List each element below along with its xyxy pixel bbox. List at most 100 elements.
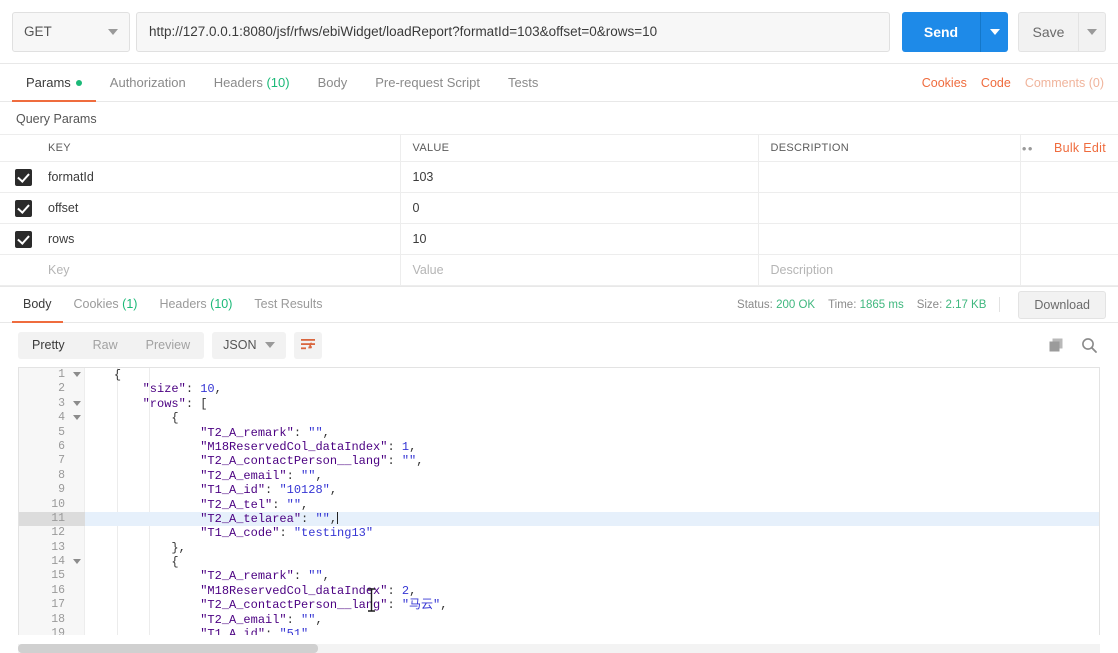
- response-tabs: Body Cookies (1) Headers (10) Test Resul…: [0, 286, 1118, 323]
- code-line-text: "T2_A_email": "",: [200, 468, 323, 483]
- row-value-cell[interactable]: 103: [400, 161, 759, 193]
- tab-headers[interactable]: Headers (10): [200, 64, 304, 102]
- row-key-cell[interactable]: rows: [46, 223, 401, 255]
- fold-toggle-icon[interactable]: [73, 400, 81, 406]
- cookies-link[interactable]: Cookies: [922, 76, 967, 90]
- response-tab-body[interactable]: Body: [12, 286, 63, 323]
- code-line-text: "M18ReservedCol_dataIndex": 2,: [200, 583, 417, 598]
- response-tab-test-results[interactable]: Test Results: [243, 286, 333, 323]
- tab-tests[interactable]: Tests: [494, 64, 552, 102]
- time-label: Time:: [828, 298, 857, 311]
- code-line[interactable]: 5 "T2_A_remark": "",: [19, 426, 1099, 440]
- view-mode-raw[interactable]: Raw: [79, 332, 132, 359]
- row-value-cell[interactable]: 10: [400, 223, 759, 255]
- code-line[interactable]: 11 "T2_A_telarea": "",: [19, 511, 1099, 527]
- code-line[interactable]: 10 "T2_A_tel": "",: [19, 498, 1099, 512]
- send-options-button[interactable]: [980, 11, 1008, 52]
- comments-link[interactable]: Comments (0): [1025, 76, 1104, 90]
- code-line[interactable]: 15 "T2_A_remark": "",: [19, 569, 1099, 583]
- param-checkbox[interactable]: [14, 199, 32, 217]
- search-icon[interactable]: [1081, 337, 1098, 354]
- code-line[interactable]: 2 "size": 10,: [19, 382, 1099, 396]
- code-line[interactable]: 6 "M18ReservedCol_dataIndex": 1,: [19, 440, 1099, 454]
- line-number: 7: [58, 454, 65, 468]
- code-line[interactable]: 16 "M18ReservedCol_dataIndex": 2,: [19, 584, 1099, 598]
- code-line[interactable]: 14 {: [19, 555, 1099, 569]
- code-line[interactable]: 18 "T2_A_email": "",: [19, 613, 1099, 627]
- response-tab-headers-label: Headers: [159, 297, 207, 311]
- wrap-lines-button[interactable]: [294, 331, 323, 359]
- new-value-cell[interactable]: Value: [400, 254, 759, 286]
- param-key: formatId: [48, 170, 94, 184]
- modified-dot-icon: [75, 80, 82, 87]
- code-scroll-area[interactable]: 1 {2 "size": 10, 3 "rows": [4 {5 "T2_A_re…: [19, 368, 1099, 635]
- response-tab-headers-count: (10): [210, 297, 233, 311]
- row-key-cell[interactable]: formatId: [46, 161, 401, 193]
- code-line-text: "M18ReservedCol_dataIndex": 1,: [200, 439, 417, 454]
- request-tabs-actions: Cookies Code Comments (0): [922, 76, 1106, 90]
- response-body-viewer[interactable]: 1 {2 "size": 10, 3 "rows": [4 {5 "T2_A_re…: [18, 367, 1100, 635]
- http-method-select[interactable]: GET: [12, 11, 130, 52]
- fold-toggle-icon[interactable]: [73, 372, 81, 377]
- scrollbar-thumb[interactable]: [18, 644, 318, 653]
- tab-authorization-label: Authorization: [109, 74, 186, 90]
- code-line[interactable]: 19 "T1_A_id": "51",: [19, 627, 1099, 635]
- row-description-cell[interactable]: [758, 161, 1021, 193]
- download-button[interactable]: Download: [1018, 290, 1106, 319]
- view-mode-preview[interactable]: Preview: [132, 332, 204, 359]
- new-key-cell[interactable]: Key: [46, 254, 401, 286]
- row-description-cell[interactable]: [758, 223, 1021, 255]
- new-key-placeholder: Key: [48, 263, 70, 277]
- row-key-cell[interactable]: offset: [46, 192, 401, 224]
- response-tab-cookies[interactable]: Cookies (1): [63, 286, 149, 323]
- code-line[interactable]: 8 "T2_A_email": "",: [19, 469, 1099, 483]
- horizontal-scrollbar[interactable]: [18, 644, 1100, 653]
- tab-pre-request-script[interactable]: Pre-request Script: [361, 64, 494, 102]
- code-line-text: "size": 10,: [142, 382, 222, 397]
- tab-body[interactable]: Body: [304, 64, 362, 102]
- more-options-icon[interactable]: •••: [1020, 141, 1034, 156]
- line-number: 17: [51, 598, 65, 612]
- header-actions: ••• Bulk Edit: [1020, 134, 1118, 162]
- code-line[interactable]: 7 "T2_A_contactPerson__lang": "",: [19, 454, 1099, 468]
- code-line[interactable]: 12 "T1_A_code": "testing13": [19, 526, 1099, 540]
- request-url-input[interactable]: [136, 11, 890, 52]
- response-body-toolbar: Pretty Raw Preview JSON: [0, 323, 1118, 367]
- request-tabs: Params Authorization Headers (10) Body P…: [0, 64, 1118, 102]
- fold-toggle-icon[interactable]: [73, 559, 81, 565]
- table-header-row: KEY VALUE DESCRIPTION ••• Bulk Edit: [0, 134, 1118, 162]
- send-button[interactable]: Send: [902, 11, 980, 52]
- tab-authorization[interactable]: Authorization: [96, 64, 200, 102]
- line-number: 6: [58, 439, 65, 453]
- response-tab-headers[interactable]: Headers (10): [148, 286, 243, 323]
- fold-toggle-icon[interactable]: [73, 415, 81, 421]
- code-line[interactable]: 4 {: [19, 411, 1099, 425]
- status-value: 200 OK: [776, 298, 816, 311]
- header-key: KEY: [46, 134, 401, 162]
- code-line[interactable]: 17 "T2_A_contactPerson__lang": "马云",: [19, 598, 1099, 612]
- code-link[interactable]: Code: [981, 76, 1011, 90]
- new-description-cell[interactable]: Description: [758, 254, 1021, 286]
- row-value-cell[interactable]: 0: [400, 192, 759, 224]
- view-mode-pretty[interactable]: Pretty: [18, 332, 79, 359]
- row-description-cell[interactable]: [758, 192, 1021, 224]
- bulk-edit-link[interactable]: Bulk Edit: [1054, 141, 1106, 155]
- code-line-text: "T2_A_remark": "",: [200, 425, 330, 440]
- header-checkbox-cell: [0, 134, 46, 162]
- body-format-select[interactable]: JSON: [212, 331, 287, 359]
- tab-params[interactable]: Params: [12, 64, 96, 102]
- code-line[interactable]: 13 },: [19, 541, 1099, 555]
- code-line[interactable]: 3 "rows": [: [19, 397, 1099, 411]
- query-params-table: KEY VALUE DESCRIPTION ••• Bulk Edit form…: [0, 134, 1118, 286]
- param-checkbox[interactable]: [14, 230, 32, 248]
- save-button[interactable]: Save: [1018, 11, 1078, 52]
- code-line[interactable]: 1 {: [19, 368, 1099, 382]
- save-options-button[interactable]: [1078, 11, 1106, 52]
- copy-icon[interactable]: [1048, 337, 1065, 354]
- code-line-text: "T1_A_code": "testing13": [200, 526, 374, 541]
- line-number: 11: [19, 511, 85, 527]
- code-line[interactable]: 9 "T1_A_id": "10128",: [19, 483, 1099, 497]
- param-checkbox[interactable]: [14, 168, 32, 186]
- code-line-text: {: [171, 555, 179, 570]
- body-toolbar-actions: [1048, 337, 1100, 354]
